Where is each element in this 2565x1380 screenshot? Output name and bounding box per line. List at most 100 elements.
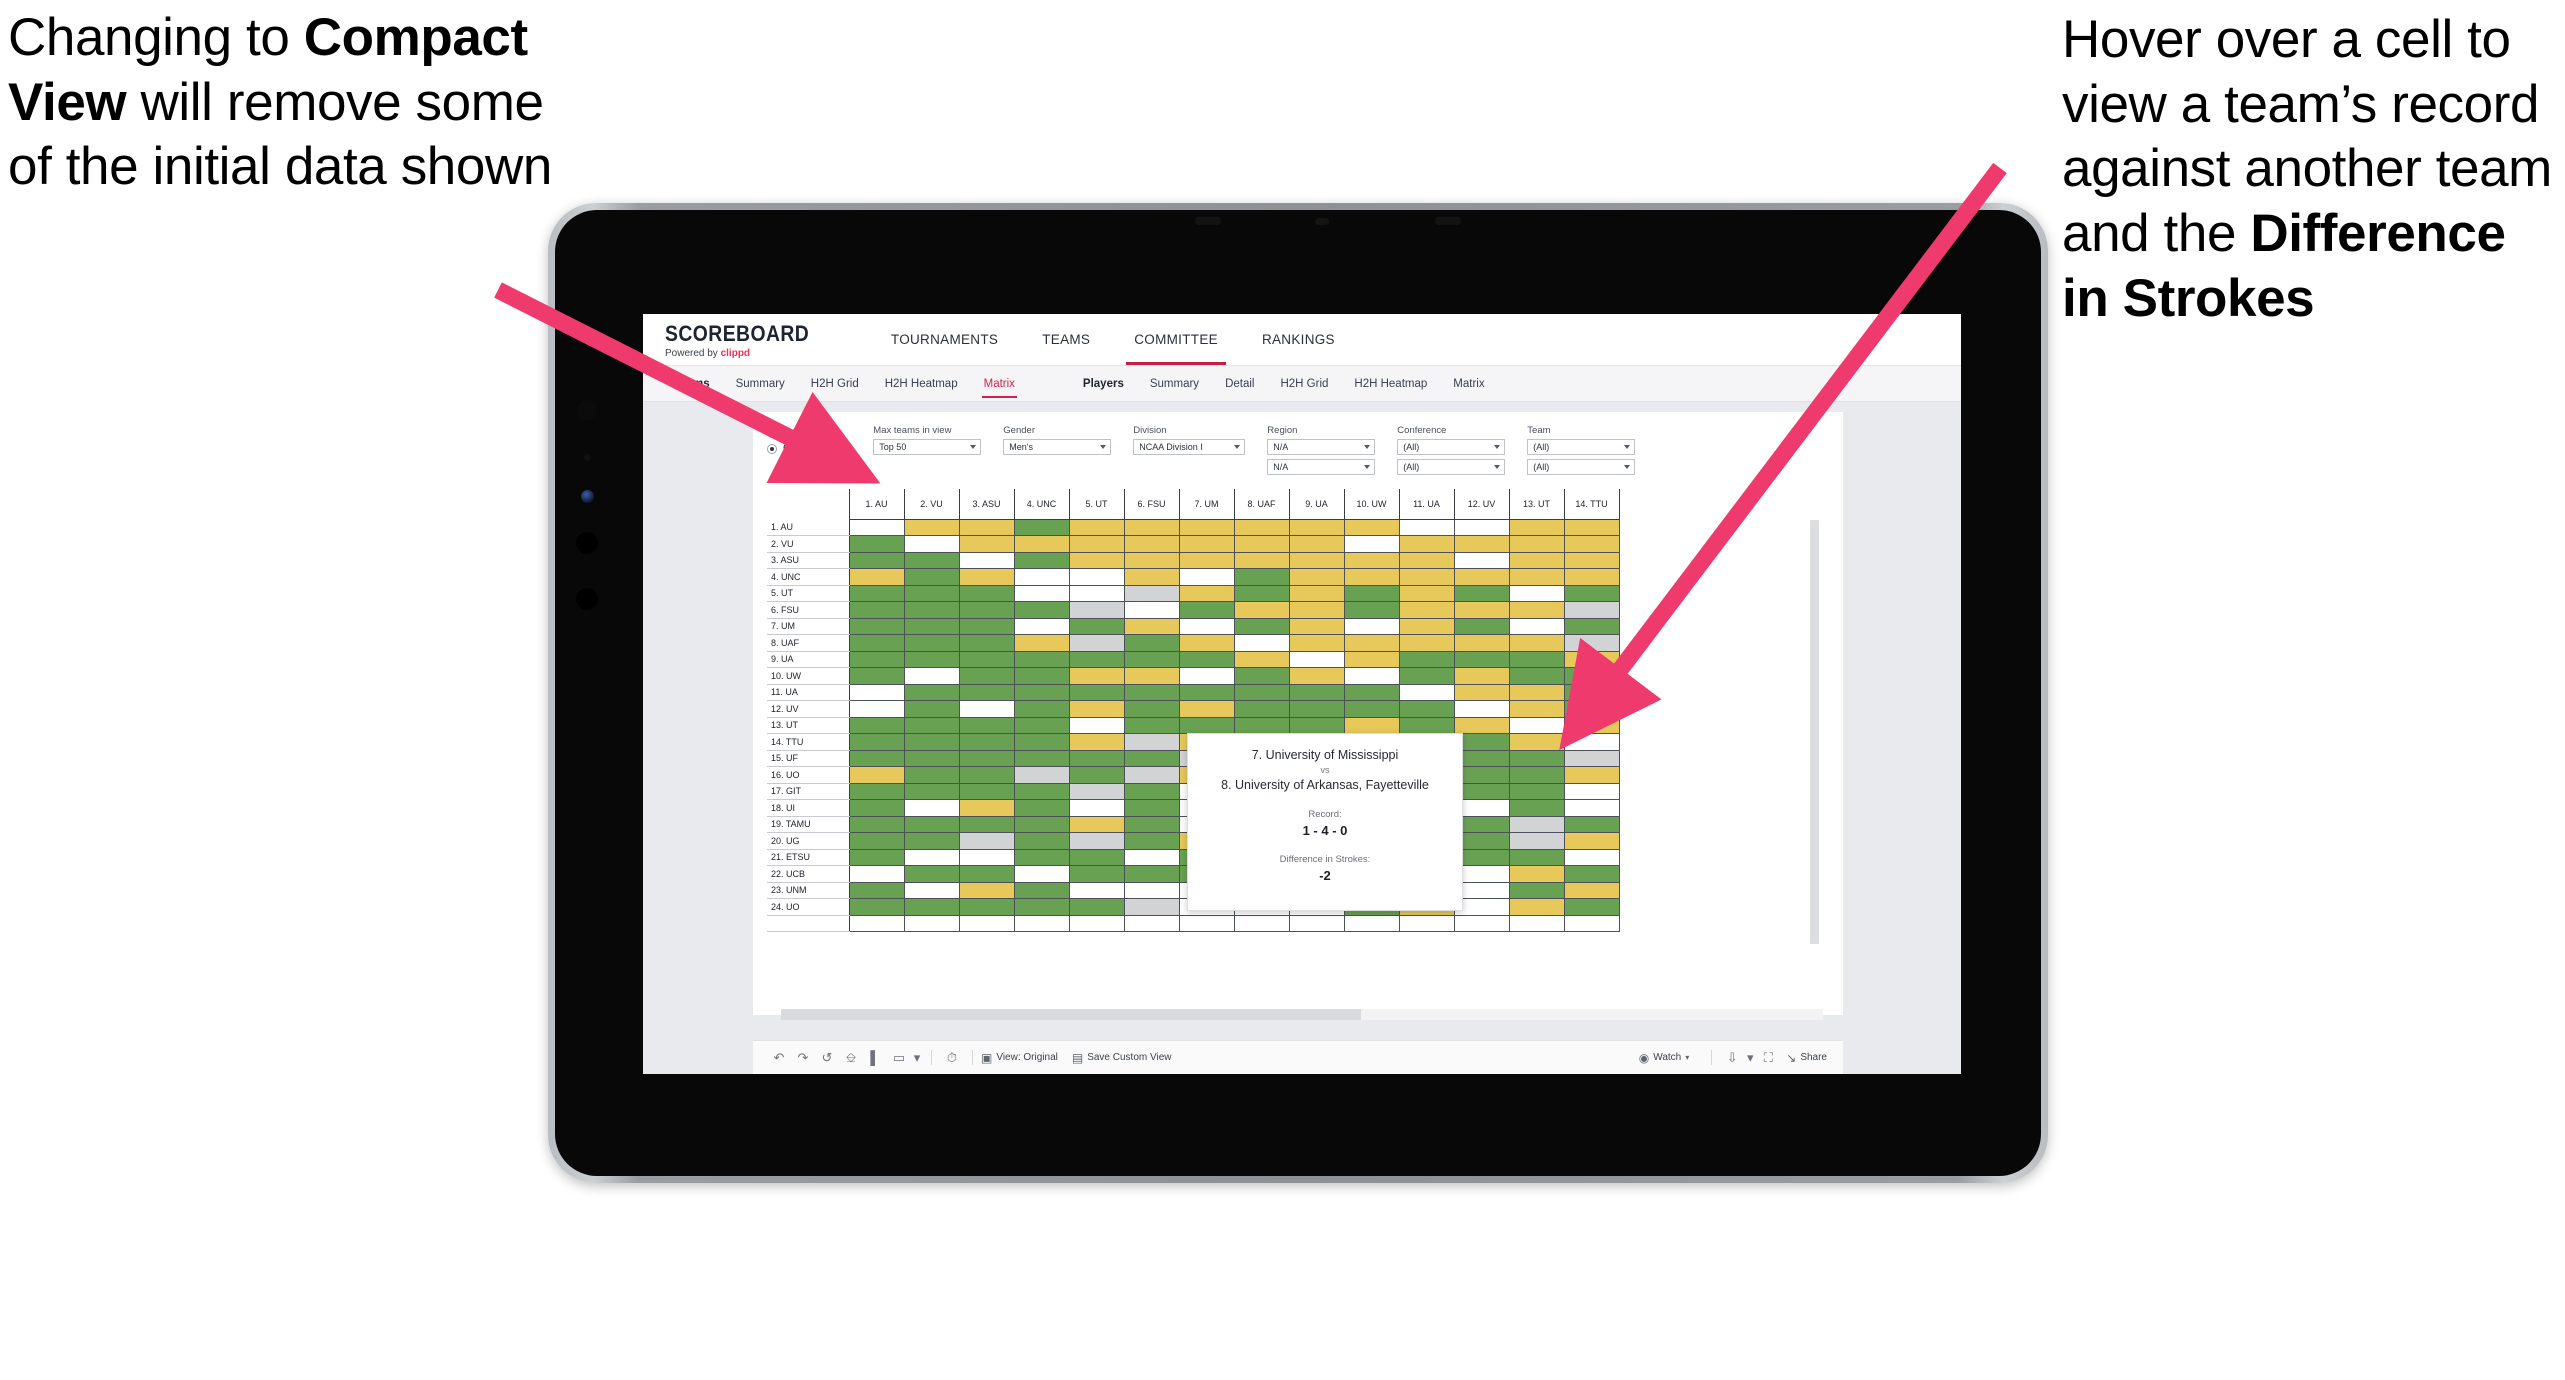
chevron-down-icon[interactable] [1234, 445, 1241, 449]
matrix-cell[interactable] [958, 601, 1015, 619]
matrix-cell[interactable] [1563, 848, 1620, 866]
chevron-down-icon[interactable] [1364, 445, 1371, 449]
matrix-cell[interactable] [848, 898, 905, 916]
tab-teams-h2h-grid[interactable]: H2H Grid [798, 366, 872, 401]
matrix-cell[interactable] [1398, 634, 1455, 652]
matrix-cell[interactable] [1123, 535, 1180, 553]
matrix-cell[interactable] [1233, 551, 1290, 569]
matrix-cell-empty[interactable] [1068, 914, 1125, 932]
matrix-cell[interactable] [848, 568, 905, 586]
matrix-cell[interactable] [903, 634, 960, 652]
matrix-cell[interactable] [1013, 700, 1070, 718]
matrix-cell[interactable] [1233, 634, 1290, 652]
matrix-cell[interactable] [903, 733, 960, 751]
matrix-cell[interactable] [1453, 518, 1510, 536]
matrix-cell[interactable] [1013, 749, 1070, 767]
matrix-cell[interactable] [1068, 617, 1125, 635]
matrix-cell[interactable] [903, 650, 960, 668]
matrix-cell[interactable] [1123, 898, 1180, 916]
matrix-cell[interactable] [1123, 848, 1180, 866]
matrix-cell[interactable] [848, 832, 905, 850]
matrix-cell-empty[interactable] [1288, 914, 1345, 932]
matrix-cell[interactable] [1563, 634, 1620, 652]
matrix-cell[interactable] [1343, 683, 1400, 701]
matrix-cell[interactable] [848, 848, 905, 866]
pause-updates-icon[interactable]: ▌ [863, 1046, 887, 1070]
matrix-cell[interactable] [848, 700, 905, 718]
chevron-down-icon[interactable]: ▾ [1685, 1053, 1689, 1062]
redo-icon[interactable]: ↷ [791, 1046, 815, 1070]
matrix-cell[interactable] [1123, 650, 1180, 668]
matrix-cell[interactable] [903, 584, 960, 602]
matrix-cell[interactable] [1068, 584, 1125, 602]
filter-region-select[interactable]: N/A [1267, 439, 1376, 455]
matrix-cell[interactable] [1508, 700, 1565, 718]
matrix-cell[interactable] [1563, 617, 1620, 635]
matrix-cell-empty[interactable] [1343, 914, 1400, 932]
matrix-cell[interactable] [1343, 634, 1400, 652]
matrix-cell[interactable] [1343, 650, 1400, 668]
matrix-cell[interactable] [1288, 700, 1345, 718]
matrix-cell[interactable] [1343, 518, 1400, 536]
matrix-cell[interactable] [903, 601, 960, 619]
matrix-cell[interactable] [1068, 700, 1125, 718]
matrix-cell[interactable] [1178, 551, 1235, 569]
matrix-cell[interactable] [1508, 601, 1565, 619]
matrix-cell[interactable] [1343, 617, 1400, 635]
matrix-cell[interactable] [1563, 518, 1620, 536]
matrix-cell[interactable] [1068, 832, 1125, 850]
matrix-cell[interactable] [1453, 551, 1510, 569]
matrix-cell[interactable] [958, 832, 1015, 850]
matrix-cell[interactable] [848, 782, 905, 800]
matrix-cell[interactable] [1453, 584, 1510, 602]
matrix-cell[interactable] [958, 898, 1015, 916]
matrix-cell[interactable] [1123, 584, 1180, 602]
filter-conference-select[interactable]: (All) [1397, 439, 1506, 455]
matrix-cell[interactable] [1508, 518, 1565, 536]
matrix-cell[interactable] [848, 716, 905, 734]
matrix-cell[interactable] [848, 881, 905, 899]
matrix-cell[interactable] [903, 716, 960, 734]
matrix-cell[interactable] [1563, 898, 1620, 916]
matrix-cell[interactable] [1013, 667, 1070, 685]
matrix-cell[interactable] [1508, 617, 1565, 635]
matrix-cell[interactable] [903, 568, 960, 586]
radio-compact-view[interactable]: Compact View [767, 443, 847, 454]
nav-rankings[interactable]: RANKINGS [1240, 314, 1357, 365]
matrix-cell[interactable] [1068, 766, 1125, 784]
matrix-cell[interactable] [848, 683, 905, 701]
matrix-cell[interactable] [848, 749, 905, 767]
matrix-cell[interactable] [1508, 749, 1565, 767]
matrix-cell[interactable] [1508, 683, 1565, 701]
vertical-scrollbar[interactable] [1810, 520, 1819, 944]
matrix-cell[interactable] [1068, 749, 1125, 767]
matrix-cell[interactable] [1343, 601, 1400, 619]
matrix-cell[interactable] [1563, 766, 1620, 784]
matrix-cell[interactable] [1013, 535, 1070, 553]
matrix-cell[interactable] [1178, 716, 1235, 734]
matrix-cell[interactable] [958, 815, 1015, 833]
matrix-cell[interactable] [848, 799, 905, 817]
matrix-cell[interactable] [1013, 650, 1070, 668]
matrix-cell[interactable] [1233, 518, 1290, 536]
matrix-cell[interactable] [1288, 617, 1345, 635]
matrix-cell[interactable] [903, 799, 960, 817]
matrix-cell[interactable] [1453, 650, 1510, 668]
matrix-cell[interactable] [1453, 617, 1510, 635]
matrix-cell[interactable] [1178, 617, 1235, 635]
refresh-icon[interactable]: ⎒ [839, 1046, 863, 1070]
matrix-cell[interactable] [1288, 568, 1345, 586]
matrix-cell[interactable] [1453, 634, 1510, 652]
matrix-cell[interactable] [958, 617, 1015, 635]
matrix-cell[interactable] [1563, 535, 1620, 553]
matrix-cell[interactable] [1343, 568, 1400, 586]
matrix-cell[interactable] [1398, 716, 1455, 734]
matrix-cell[interactable] [1123, 881, 1180, 899]
matrix-cell[interactable] [1288, 584, 1345, 602]
download-caret-icon[interactable]: ▾ [1744, 1046, 1756, 1070]
matrix-cell[interactable] [1233, 650, 1290, 668]
matrix-cell[interactable] [1123, 749, 1180, 767]
tab-players-h2h-heatmap[interactable]: H2H Heatmap [1341, 366, 1440, 401]
matrix-cell[interactable] [1123, 551, 1180, 569]
matrix-cell[interactable] [1013, 634, 1070, 652]
